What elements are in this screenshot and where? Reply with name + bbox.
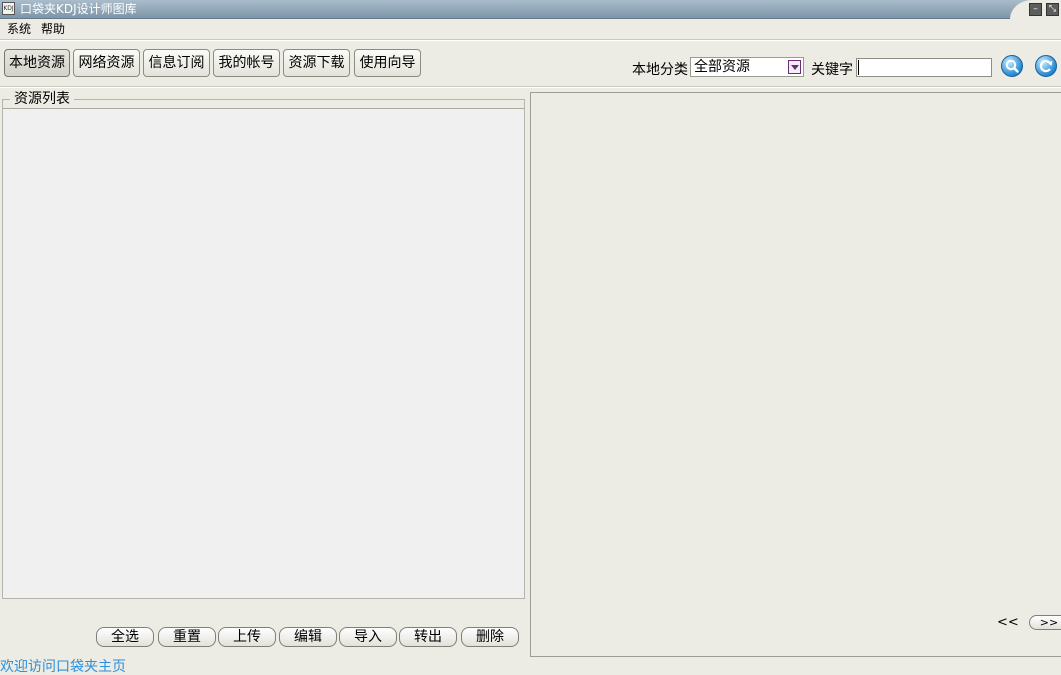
menu-system[interactable]: 系统 xyxy=(7,22,31,36)
text-caret xyxy=(858,60,859,75)
refresh-icon[interactable] xyxy=(1035,55,1057,77)
restore-icon[interactable]: ⤡ xyxy=(1046,3,1059,16)
tab-my-account[interactable]: 我的帐号 xyxy=(213,49,280,77)
menu-help[interactable]: 帮助 xyxy=(41,22,65,36)
tab-downloads[interactable]: 资源下载 xyxy=(283,49,350,77)
toolbar-separator xyxy=(0,86,1061,88)
preview-panel xyxy=(530,92,1061,657)
reset-button[interactable]: 重置 xyxy=(158,627,216,647)
select-all-button[interactable]: 全选 xyxy=(96,627,154,647)
prev-page-button[interactable]: << xyxy=(997,616,1019,630)
keyword-label: 关键字 xyxy=(811,62,853,78)
resource-list-title: 资源列表 xyxy=(10,91,74,107)
category-select[interactable]: 全部资源 xyxy=(690,57,804,77)
category-label: 本地分类 xyxy=(632,62,688,78)
menu-separator xyxy=(0,39,1061,41)
export-button[interactable]: 转出 xyxy=(399,627,457,647)
app-icon: KDJ xyxy=(2,2,15,15)
window-title: 口袋夹KDJ设计师图库 xyxy=(20,2,137,16)
tab-subscriptions[interactable]: 信息订阅 xyxy=(143,49,210,77)
category-select-value: 全部资源 xyxy=(694,59,750,75)
delete-button[interactable]: 删除 xyxy=(461,627,519,647)
homepage-link[interactable]: 欢迎访问口袋夹主页 xyxy=(0,659,126,675)
title-bar: KDJ 口袋夹KDJ设计师图库 xyxy=(0,0,1061,19)
tab-user-guide[interactable]: 使用向导 xyxy=(354,49,421,77)
chevron-down-icon[interactable] xyxy=(788,60,801,74)
next-page-button[interactable]: >> xyxy=(1029,615,1061,630)
upload-button[interactable]: 上传 xyxy=(218,627,276,647)
edit-button[interactable]: 编辑 xyxy=(279,627,337,647)
minimize-icon[interactable]: – xyxy=(1029,3,1042,16)
resource-list[interactable] xyxy=(3,108,524,598)
tab-local-resources[interactable]: 本地资源 xyxy=(4,49,70,77)
tab-network-resources[interactable]: 网络资源 xyxy=(73,49,140,77)
menu-bar: 系统 帮助 xyxy=(0,19,1061,38)
search-icon[interactable] xyxy=(1001,55,1023,77)
keyword-input[interactable] xyxy=(856,58,992,77)
import-button[interactable]: 导入 xyxy=(339,627,397,647)
